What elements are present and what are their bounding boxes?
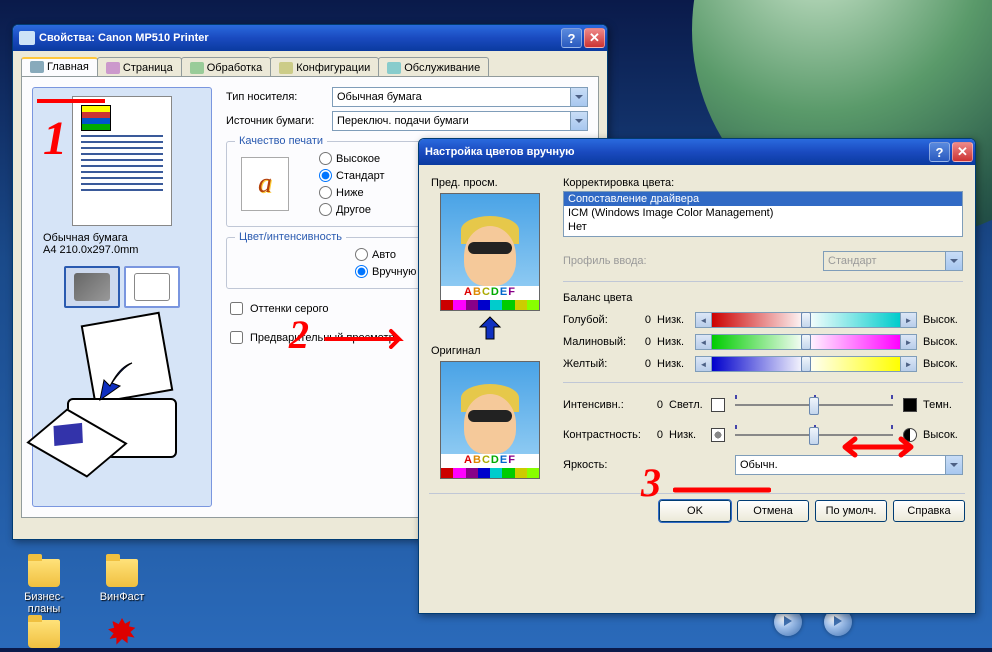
intensity-slider[interactable] bbox=[731, 393, 897, 417]
desktop-icon[interactable]: ВинФаст bbox=[92, 559, 152, 603]
contrast-row: Контрастность: 0 Низк. Высок. bbox=[563, 423, 963, 447]
preview-column: Пред. просм. ABCDEF Оригинал ABCDEF bbox=[431, 177, 549, 481]
sample-logo-icon bbox=[81, 105, 111, 131]
splat-icon bbox=[108, 618, 136, 646]
magenta-slider[interactable]: ◄► bbox=[695, 334, 917, 350]
original-label: Оригинал bbox=[431, 345, 549, 357]
tab-bar: Главная Страница Обработка Конфигурации … bbox=[13, 51, 607, 76]
yellow-balance-row: Желтый: 0 Низк. ◄► Высок. bbox=[563, 356, 963, 372]
printer-icon bbox=[19, 31, 35, 45]
media-type-combo[interactable]: Обычная бумага bbox=[332, 87, 588, 107]
printer-illustration bbox=[47, 318, 197, 468]
close-button[interactable]: ✕ bbox=[584, 28, 605, 48]
media-type-label: Тип носителя: bbox=[226, 91, 332, 103]
list-item[interactable]: Сопоставление драйвера bbox=[564, 192, 962, 206]
desktop-icon[interactable] bbox=[14, 620, 74, 652]
preview-label: Пред. просм. bbox=[431, 177, 549, 189]
up-arrow-icon bbox=[478, 315, 502, 341]
tab-icon bbox=[190, 62, 204, 74]
dark-icon bbox=[903, 398, 917, 412]
help-button[interactable]: ? bbox=[561, 28, 582, 48]
tab-icon bbox=[387, 62, 401, 74]
tab-icon bbox=[279, 62, 293, 74]
paper-source-label: Источник бумаги: bbox=[226, 115, 332, 127]
color-correction-listbox[interactable]: Сопоставление драйвера ICM (Windows Imag… bbox=[563, 191, 963, 237]
help-button[interactable]: Справка bbox=[893, 500, 965, 522]
group-title: Цвет/интенсивность bbox=[235, 231, 346, 243]
quality-high-radio[interactable]: Высокое bbox=[319, 152, 385, 165]
contrast-slider[interactable] bbox=[731, 423, 897, 447]
close-button[interactable]: ✕ bbox=[952, 142, 973, 162]
quality-low-radio[interactable]: Ниже bbox=[319, 186, 385, 199]
tab-page[interactable]: Страница bbox=[97, 57, 182, 76]
tab-main[interactable]: Главная bbox=[21, 57, 98, 76]
original-sample: ABCDEF bbox=[440, 361, 540, 479]
quality-letter-icon: a bbox=[241, 157, 289, 211]
preview-sample: ABCDEF bbox=[440, 193, 540, 311]
yellow-slider[interactable]: ◄► bbox=[695, 356, 917, 372]
input-profile-combo: Стандарт bbox=[823, 251, 963, 271]
brightness-combo[interactable]: Обычн. bbox=[735, 455, 963, 475]
cyan-balance-row: Голубой: 0 Низк. ◄► Высок. bbox=[563, 312, 963, 328]
tab-processing[interactable]: Обработка bbox=[181, 57, 271, 76]
magenta-balance-row: Малиновый: 0 Низк. ◄► Высок. bbox=[563, 334, 963, 350]
defaults-button[interactable]: По умолч. bbox=[815, 500, 887, 522]
low-contrast-icon bbox=[711, 428, 725, 442]
mode-photo-icon[interactable] bbox=[64, 266, 120, 308]
folder-icon bbox=[28, 559, 60, 587]
help-button[interactable]: ? bbox=[929, 142, 950, 162]
tab-config[interactable]: Конфигурации bbox=[270, 57, 379, 76]
desktop-icon-label: ВинФаст bbox=[100, 591, 145, 603]
tab-maintenance[interactable]: Обслуживание bbox=[378, 57, 489, 76]
intensity-row: Интенсивн.: 0 Светл. Темн. bbox=[563, 393, 963, 417]
list-item[interactable]: Нет bbox=[564, 220, 962, 234]
color-correction-label: Корректировка цвета: bbox=[563, 177, 963, 189]
tab-icon bbox=[30, 61, 44, 73]
page-preview bbox=[72, 96, 172, 226]
contrast-label: Контрастность: bbox=[563, 429, 643, 441]
light-icon bbox=[711, 398, 725, 412]
group-title: Качество печати bbox=[235, 135, 327, 147]
cyan-slider[interactable]: ◄► bbox=[695, 312, 917, 328]
quality-standard-radio[interactable]: Стандарт bbox=[319, 169, 385, 182]
desktop-icon[interactable] bbox=[92, 618, 152, 646]
ok-button[interactable]: OK bbox=[659, 500, 731, 522]
brightness-row: Яркость: Обычн. bbox=[563, 455, 963, 475]
quality-custom-radio[interactable]: Другое bbox=[319, 203, 385, 216]
mode-document-icon[interactable] bbox=[124, 266, 180, 308]
cancel-button[interactable]: Отмена bbox=[737, 500, 809, 522]
desktop-icon-label: Бизнес-планы bbox=[24, 591, 64, 615]
window-title: Свойства: Canon MP510 Printer bbox=[39, 32, 559, 44]
titlebar[interactable]: Свойства: Canon MP510 Printer ? ✕ bbox=[13, 25, 607, 51]
input-profile-label: Профиль ввода: bbox=[563, 255, 823, 267]
paper-info: Обычная бумага A4 210.0x297.0mm bbox=[43, 232, 201, 256]
folder-icon bbox=[106, 559, 138, 587]
preview-column: Обычная бумага A4 210.0x297.0mm bbox=[32, 87, 212, 507]
titlebar[interactable]: Настройка цветов вручную ? ✕ bbox=[419, 139, 975, 165]
window-title: Настройка цветов вручную bbox=[425, 146, 927, 158]
tab-icon bbox=[106, 62, 120, 74]
paper-source-combo[interactable]: Переключ. подачи бумаги bbox=[332, 111, 588, 131]
brightness-label: Яркость: bbox=[563, 459, 643, 471]
desktop-icon[interactable]: Бизнес-планы bbox=[14, 559, 74, 615]
list-item[interactable]: ICM (Windows Image Color Management) bbox=[564, 206, 962, 220]
color-balance-label: Баланс цвета bbox=[563, 292, 963, 304]
high-contrast-icon bbox=[903, 428, 917, 442]
folder-icon bbox=[28, 620, 60, 648]
manual-color-dialog: Настройка цветов вручную ? ✕ Пред. просм… bbox=[418, 138, 976, 614]
intensity-label: Интенсивн.: bbox=[563, 399, 643, 411]
